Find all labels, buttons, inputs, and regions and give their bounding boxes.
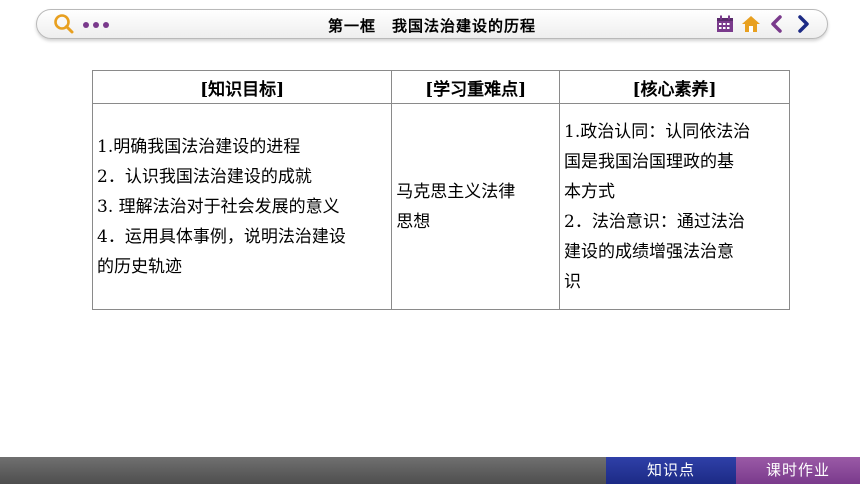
- header-core-literacy: [核心素养]: [559, 70, 790, 104]
- forward-arrow-icon[interactable]: [793, 14, 813, 34]
- key-point-line: 思想: [396, 211, 431, 232]
- literacy-line: 1.政治认同：认同依法治: [564, 121, 751, 142]
- goal-line: 2．认识我国法治建设的成就: [97, 166, 312, 187]
- goal-line: 4．运用具体事例，说明法治建设: [97, 226, 346, 247]
- goal-line: 3. 理解法治对于社会发展的意义: [97, 196, 340, 217]
- goal-line: 的历史轨迹: [97, 256, 182, 277]
- literacy-line: 本方式: [564, 181, 615, 202]
- table-header-row: [知识目标] [学习重难点] [核心素养]: [91, 70, 790, 104]
- homework-button[interactable]: 课时作业: [736, 457, 860, 484]
- page-title: 第一框 我国法治建设的历程: [327, 17, 536, 35]
- literacy-line: 识: [564, 271, 581, 292]
- core-literacy-cell: 1.政治认同：认同依法治 国是我国治国理政的基 本方式 2．法治意识：通过法治 …: [559, 103, 790, 310]
- table-row: 1.明确我国法治建设的进程 2．认识我国法治建设的成就 3. 理解法治对于社会发…: [91, 103, 790, 310]
- knowledge-points-button[interactable]: 知识点: [606, 457, 736, 484]
- back-arrow-icon[interactable]: [767, 14, 787, 34]
- home-icon[interactable]: [741, 14, 761, 34]
- key-points-cell: 马克思主义法律 思想: [391, 103, 560, 310]
- knowledge-goals-cell: 1.明确我国法治建设的进程 2．认识我国法治建设的成就 3. 理解法治对于社会发…: [91, 103, 393, 310]
- literacy-line: 国是我国治国理政的基: [564, 151, 734, 172]
- calendar-icon[interactable]: [715, 14, 735, 34]
- header-knowledge-goals: [知识目标]: [91, 70, 393, 104]
- header-key-points: [学习重难点]: [391, 70, 560, 104]
- bottom-navigation-bar: 知识点 课时作业: [0, 457, 860, 484]
- top-toolbar: 第一框 我国法治建设的历程: [36, 9, 828, 39]
- key-point-line: 马克思主义法律: [396, 181, 516, 202]
- nav-controls: [715, 14, 813, 34]
- objectives-table: [知识目标] [学习重难点] [核心素养] 1.明确我国法治建设的进程 2．认识…: [91, 70, 790, 310]
- goal-line: 1.明确我国法治建设的进程: [97, 136, 301, 157]
- literacy-line: 建设的成绩增强法治意: [564, 241, 734, 262]
- literacy-line: 2．法治意识：通过法治: [564, 211, 745, 232]
